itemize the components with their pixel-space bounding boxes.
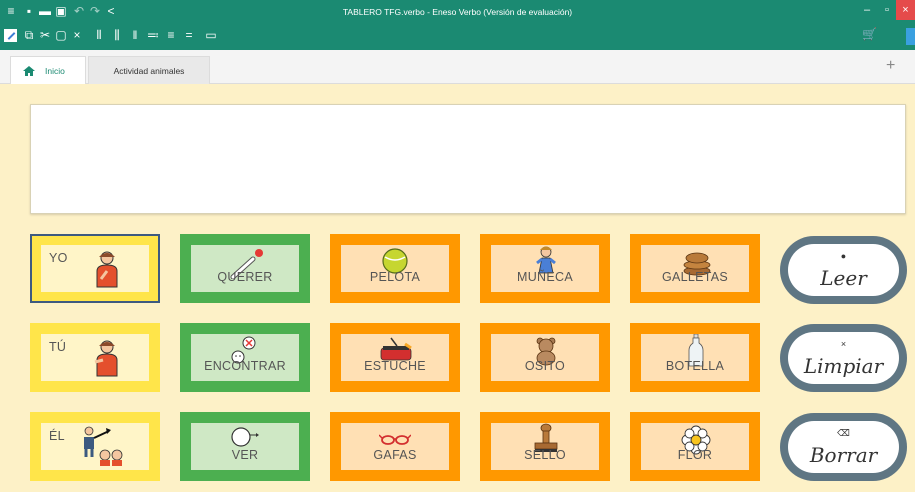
- limpiar-label: Limpiar: [803, 354, 884, 378]
- cell-botella[interactable]: BOTELLA: [630, 323, 760, 392]
- cut-icon[interactable]: ✂: [38, 24, 52, 46]
- cell-label: BOTELLA: [665, 359, 725, 373]
- cell-label: MUÑECA: [517, 270, 573, 284]
- cell-label: GALLETAS: [661, 270, 729, 284]
- cell-flor[interactable]: FLOR: [630, 412, 760, 481]
- window-title: TABLERO TFG.verbo - Eneso Verbo (Versión…: [342, 7, 573, 17]
- comment-icon[interactable]: ▭: [204, 24, 218, 46]
- cell-label: ÉL: [49, 429, 65, 443]
- cell-inner: VER: [191, 423, 299, 470]
- cell-inner: SELLO: [491, 423, 599, 470]
- cell-label: GAFAS: [373, 448, 417, 462]
- cell-el[interactable]: ÉL: [30, 412, 160, 481]
- cell-encontrar[interactable]: ENCONTRAR: [180, 323, 310, 392]
- cell-inner: GALLETAS: [641, 245, 749, 292]
- cell-inner: YO: [41, 245, 149, 292]
- glasses-icon: [379, 434, 411, 445]
- minimize-icon[interactable]: –: [856, 0, 878, 20]
- tab-label: Inicio: [45, 66, 65, 76]
- tab-label: Actividad animales: [113, 66, 185, 76]
- cell-inner: ÉL: [41, 423, 149, 470]
- cell-inner: OSITO: [491, 334, 599, 381]
- backspace-icon: ⌫: [837, 428, 850, 438]
- cell-sello[interactable]: SELLO: [480, 412, 610, 481]
- cell-yo[interactable]: YO: [30, 234, 160, 303]
- columns-remove-icon[interactable]: ‖: [128, 24, 142, 46]
- tab-actividad-animales[interactable]: Actividad animales: [88, 56, 210, 84]
- cell-pelota[interactable]: PELOTA: [330, 234, 460, 303]
- cell-estuche[interactable]: ESTUCHE: [330, 323, 460, 392]
- cell-gafas[interactable]: GAFAS: [330, 412, 460, 481]
- columns-add-icon[interactable]: ⫴: [92, 24, 106, 46]
- cell-label: ENCONTRAR: [204, 359, 286, 373]
- title-bar-row: ≡ ▪ ▬ ▣ ↶ ↷ < TABLERO TFG.verbo - Eneso …: [0, 0, 915, 24]
- rows-insert-icon[interactable]: ≡: [164, 24, 178, 46]
- cell-label: ESTUCHE: [364, 359, 426, 373]
- edit-mode-icon[interactable]: [4, 29, 17, 42]
- cell-inner: ENCONTRAR: [191, 334, 299, 381]
- speak-icon: ●: [840, 251, 847, 261]
- cell-label: PELOTA: [369, 270, 421, 284]
- person-pointing-you-icon: [94, 340, 118, 377]
- cell-ver[interactable]: VER: [180, 412, 310, 481]
- cell-label: TÚ: [49, 340, 67, 354]
- cell-muneca[interactable]: MUÑECA: [480, 234, 610, 303]
- cell-inner: ESTUCHE: [341, 334, 449, 381]
- cell-inner: TÚ: [41, 334, 149, 381]
- tab-inicio[interactable]: Inicio: [10, 56, 86, 84]
- cell-inner: MUÑECA: [491, 245, 599, 292]
- cell-label: YO: [49, 251, 68, 265]
- columns-insert-icon[interactable]: ⫼: [110, 24, 124, 46]
- cell-osito[interactable]: OSITO: [480, 323, 610, 392]
- add-tab-button[interactable]: +: [886, 58, 895, 74]
- cell-tu[interactable]: TÚ: [30, 323, 160, 392]
- limpiar-button[interactable]: × Limpiar: [780, 324, 907, 392]
- borrar-label: Borrar: [809, 443, 878, 467]
- leer-pill: ● Leer: [788, 244, 899, 296]
- person-pointing-self-icon: [96, 251, 118, 288]
- leer-label: Leer: [820, 266, 867, 290]
- cell-inner: GAFAS: [341, 423, 449, 470]
- cell-label: VER: [231, 448, 259, 462]
- cell-inner: FLOR: [641, 423, 749, 470]
- paste-icon[interactable]: ▢: [54, 24, 68, 46]
- rows-add-icon[interactable]: ≕: [146, 24, 160, 46]
- cell-querer[interactable]: QUERER: [180, 234, 310, 303]
- person-pointing-him-icon: [84, 426, 123, 466]
- cell-inner: QUERER: [191, 245, 299, 292]
- rows-remove-icon[interactable]: =: [182, 24, 196, 46]
- leer-button[interactable]: ● Leer: [780, 236, 907, 304]
- message-area[interactable]: [30, 104, 906, 214]
- cell-label: SELLO: [524, 448, 566, 462]
- cell-inner: BOTELLA: [641, 334, 749, 381]
- side-panel-tab[interactable]: [906, 28, 915, 45]
- cell-inner: PELOTA: [341, 245, 449, 292]
- clear-icon: ×: [840, 339, 847, 349]
- edit-toolbar: ⧉ ✂ ▢ × ⫴ ⫼ ‖ ≕ ≡ = ▭ 🛒: [0, 24, 915, 50]
- cell-label: OSITO: [524, 359, 566, 373]
- maximize-icon[interactable]: ▫: [876, 0, 898, 20]
- delete-icon[interactable]: ×: [70, 24, 84, 46]
- title-bar: ≡ ▪ ▬ ▣ ↶ ↷ < TABLERO TFG.verbo - Eneso …: [0, 0, 915, 50]
- tab-bar: Inicio Actividad animales: [0, 50, 915, 84]
- cart-icon[interactable]: 🛒: [862, 27, 877, 41]
- copy-icon[interactable]: ⧉: [22, 24, 36, 46]
- close-icon[interactable]: ×: [896, 0, 915, 20]
- cell-label: FLOR: [677, 448, 713, 462]
- cell-label: QUERER: [217, 270, 273, 284]
- home-icon: [23, 66, 35, 76]
- borrar-pill: ⌫ Borrar: [788, 421, 899, 473]
- limpiar-pill: × Limpiar: [788, 332, 899, 384]
- cell-galletas[interactable]: GALLETAS: [630, 234, 760, 303]
- borrar-button[interactable]: ⌫ Borrar: [780, 413, 907, 481]
